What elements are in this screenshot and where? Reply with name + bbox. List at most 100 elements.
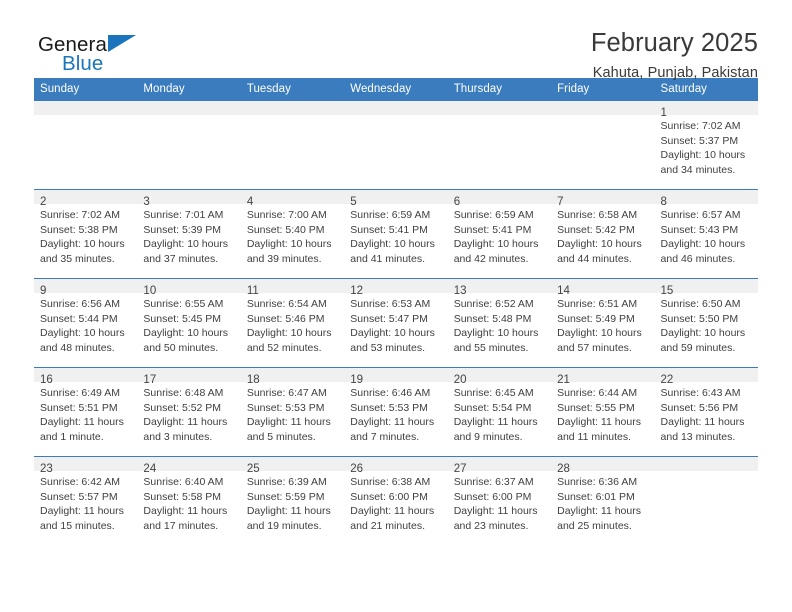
- sunrise-text: Sunrise: 6:37 AM: [453, 476, 534, 488]
- sunrise-text: Sunrise: 6:46 AM: [350, 387, 431, 399]
- sunset-text: Sunset: 5:50 PM: [660, 312, 739, 325]
- day-number: 9: [34, 279, 138, 297]
- day-details: Sunrise: 6:54 AM Sunset: 5:46 PM Daylight:…: [241, 293, 344, 355]
- daylight-text: Daylight: 11 hours and 17 minutes.: [143, 505, 228, 532]
- calendar-day-cell[interactable]: 1 Sunrise: 7:02 AM Sunset: 5:37 PM Daylight…: [654, 101, 758, 190]
- calendar-day-cell[interactable]: 23 Sunrise: 6:42 AM Sunset: 5:57 PM Dayligh…: [34, 456, 138, 545]
- day-details: Sunrise: 7:02 AM Sunset: 5:38 PM Daylight:…: [34, 204, 137, 266]
- daylight-text: Daylight: 11 hours and 23 minutes.: [453, 505, 538, 532]
- calendar-week-row: 2 Sunrise: 7:02 AM Sunset: 5:38 PM Daylight…: [34, 189, 758, 279]
- sunset-text: Sunset: 5:42 PM: [557, 223, 635, 236]
- sunrise-text: Sunrise: 6:40 AM: [143, 476, 224, 488]
- daylight-text: Daylight: 10 hours and 48 minutes.: [40, 327, 125, 354]
- day-details: Sunrise: 6:40 AM Sunset: 5:58 PM Daylight:…: [137, 471, 240, 533]
- weekday-header-tuesday: Tuesday: [240, 78, 345, 101]
- calendar-day-cell[interactable]: 13 Sunrise: 6:52 AM Sunset: 5:48 PM Dayligh…: [447, 278, 552, 368]
- calendar-week-row: 9 Sunrise: 6:56 AM Sunset: 5:44 PM Daylight…: [34, 278, 758, 368]
- day-details: Sunrise: 6:59 AM Sunset: 5:41 PM Daylight:…: [344, 204, 447, 266]
- daylight-text: Daylight: 11 hours and 7 minutes.: [350, 416, 435, 443]
- sunrise-text: Sunrise: 6:57 AM: [660, 209, 741, 221]
- daylight-text: Daylight: 10 hours and 39 minutes.: [246, 238, 332, 265]
- calendar-day-cell[interactable]: 18 Sunrise: 6:47 AM Sunset: 5:53 PM Dayligh…: [240, 367, 345, 457]
- calendar-day-cell[interactable]: 7 Sunrise: 6:58 AM Sunset: 5:42 PM Daylight…: [551, 189, 655, 279]
- calendar-day-cell[interactable]: 6 Sunrise: 6:59 AM Sunset: 5:41 PM Daylight…: [447, 189, 552, 279]
- calendar-day-cell[interactable]: 12 Sunrise: 6:53 AM Sunset: 5:47 PM Dayligh…: [344, 278, 448, 368]
- day-details: Sunrise: 6:43 AM Sunset: 5:56 PM Daylight:…: [655, 382, 758, 444]
- sunset-text: Sunset: 5:52 PM: [143, 401, 222, 414]
- calendar-day-cell[interactable]: 17 Sunrise: 6:48 AM Sunset: 5:52 PM Dayligh…: [137, 367, 241, 457]
- day-details: Sunrise: 6:39 AM Sunset: 5:59 PM Daylight:…: [241, 471, 344, 533]
- calendar-day-cell[interactable]: 2 Sunrise: 7:02 AM Sunset: 5:38 PM Daylight…: [34, 189, 138, 279]
- calendar-body: 1 Sunrise: 7:02 AM Sunset: 5:37 PM Daylight…: [34, 101, 758, 545]
- calendar-day-cell[interactable]: 20 Sunrise: 6:45 AM Sunset: 5:54 PM Dayligh…: [447, 367, 552, 457]
- sunset-text: Sunset: 5:51 PM: [40, 401, 118, 414]
- sunset-text: Sunset: 5:56 PM: [660, 401, 739, 414]
- calendar-day-cell[interactable]: 15 Sunrise: 6:50 AM Sunset: 5:50 PM Dayligh…: [654, 278, 758, 368]
- sunset-text: Sunset: 5:43 PM: [660, 223, 739, 236]
- day-details: Sunrise: 6:59 AM Sunset: 5:41 PM Daylight:…: [448, 204, 551, 266]
- day-number: 22: [654, 368, 758, 386]
- sunrise-text: Sunrise: 6:38 AM: [350, 476, 431, 488]
- daylight-text: Daylight: 11 hours and 9 minutes.: [453, 416, 538, 443]
- calendar-day-cell[interactable]: 19 Sunrise: 6:46 AM Sunset: 5:53 PM Dayligh…: [344, 367, 448, 457]
- sunset-text: Sunset: 5:41 PM: [453, 223, 532, 236]
- calendar-grid: Sunday Monday Tuesday Wednesday Thursday…: [34, 78, 758, 545]
- sunset-text: Sunset: 5:54 PM: [453, 401, 532, 414]
- calendar-day-cell[interactable]: 5 Sunrise: 6:59 AM Sunset: 5:41 PM Daylight…: [344, 189, 448, 279]
- day-number: 15: [654, 279, 758, 297]
- day-details: Sunrise: 6:55 AM Sunset: 5:45 PM Daylight:…: [137, 293, 240, 355]
- logo-text-blue: Blue: [62, 52, 104, 75]
- day-number: 5: [344, 190, 448, 208]
- calendar-day-cell[interactable]: 26 Sunrise: 6:38 AM Sunset: 6:00 PM Dayligh…: [344, 456, 448, 545]
- daylight-text: Daylight: 10 hours and 35 minutes.: [40, 238, 125, 265]
- day-number: [344, 101, 448, 115]
- daylight-text: Daylight: 10 hours and 50 minutes.: [143, 327, 229, 354]
- calendar-day-cell[interactable]: 28 Sunrise: 6:36 AM Sunset: 6:01 PM Dayligh…: [551, 456, 655, 545]
- calendar-day-cell[interactable]: 24 Sunrise: 6:40 AM Sunset: 5:58 PM Dayligh…: [137, 456, 241, 545]
- calendar-day-cell[interactable]: 9 Sunrise: 6:56 AM Sunset: 5:44 PM Daylight…: [34, 278, 138, 368]
- sunset-text: Sunset: 5:44 PM: [40, 312, 118, 325]
- weekday-header-sunday: Sunday: [34, 78, 138, 101]
- calendar-day-cell[interactable]: 22 Sunrise: 6:43 AM Sunset: 5:56 PM Dayligh…: [654, 367, 758, 457]
- sunset-text: Sunset: 5:53 PM: [246, 401, 325, 414]
- day-number: 6: [447, 190, 552, 208]
- calendar-day-cell-empty: [551, 101, 655, 190]
- day-number: 17: [137, 368, 241, 386]
- calendar-day-cell[interactable]: 14 Sunrise: 6:51 AM Sunset: 5:49 PM Dayligh…: [551, 278, 655, 368]
- day-number: 25: [240, 457, 345, 475]
- sunset-text: Sunset: 5:38 PM: [40, 223, 118, 236]
- daylight-text: Daylight: 10 hours and 37 minutes.: [143, 238, 229, 265]
- day-number: 7: [551, 190, 655, 208]
- sunrise-text: Sunrise: 6:48 AM: [143, 387, 224, 399]
- sunrise-text: Sunrise: 6:59 AM: [453, 209, 534, 221]
- day-details: Sunrise: 6:58 AM Sunset: 5:42 PM Daylight:…: [551, 204, 654, 266]
- calendar-week-row: 23 Sunrise: 6:42 AM Sunset: 5:57 PM Dayligh…: [34, 456, 758, 545]
- sunset-text: Sunset: 6:01 PM: [557, 490, 635, 503]
- calendar-day-cell[interactable]: 11 Sunrise: 6:54 AM Sunset: 5:46 PM Dayligh…: [240, 278, 345, 368]
- calendar-day-cell[interactable]: 27 Sunrise: 6:37 AM Sunset: 6:00 PM Dayligh…: [447, 456, 552, 545]
- weekday-header-wednesday: Wednesday: [344, 78, 448, 101]
- day-number: 13: [447, 279, 552, 297]
- calendar-day-cell[interactable]: 8 Sunrise: 6:57 AM Sunset: 5:43 PM Daylight…: [654, 189, 758, 279]
- day-details: Sunrise: 7:01 AM Sunset: 5:39 PM Daylight:…: [137, 204, 240, 266]
- calendar-day-cell[interactable]: 16 Sunrise: 6:49 AM Sunset: 5:51 PM Dayligh…: [34, 367, 138, 457]
- calendar-day-cell-empty: [654, 456, 758, 545]
- daylight-text: Daylight: 10 hours and 59 minutes.: [660, 327, 746, 354]
- sunrise-text: Sunrise: 6:42 AM: [40, 476, 120, 488]
- day-number: 18: [240, 368, 345, 386]
- sunrise-text: Sunrise: 6:55 AM: [143, 298, 224, 310]
- calendar-day-cell[interactable]: 21 Sunrise: 6:44 AM Sunset: 5:55 PM Dayligh…: [551, 367, 655, 457]
- sunset-text: Sunset: 5:39 PM: [143, 223, 222, 236]
- day-details: Sunrise: 6:49 AM Sunset: 5:51 PM Daylight:…: [34, 382, 137, 444]
- day-details: Sunrise: 6:44 AM Sunset: 5:55 PM Daylight:…: [551, 382, 654, 444]
- daylight-text: Daylight: 10 hours and 55 minutes.: [453, 327, 539, 354]
- calendar-day-cell[interactable]: 10 Sunrise: 6:55 AM Sunset: 5:45 PM Dayligh…: [137, 278, 241, 368]
- day-details: Sunrise: 6:42 AM Sunset: 5:57 PM Daylight:…: [34, 471, 137, 533]
- day-details: Sunrise: 6:57 AM Sunset: 5:43 PM Daylight:…: [655, 204, 758, 266]
- calendar-day-cell[interactable]: 4 Sunrise: 7:00 AM Sunset: 5:40 PM Daylight…: [240, 189, 345, 279]
- sunset-text: Sunset: 5:37 PM: [660, 134, 739, 147]
- calendar-day-cell[interactable]: 3 Sunrise: 7:01 AM Sunset: 5:39 PM Daylight…: [137, 189, 241, 279]
- day-number: [240, 101, 345, 115]
- day-details: Sunrise: 7:00 AM Sunset: 5:40 PM Daylight:…: [241, 204, 344, 266]
- calendar-day-cell[interactable]: 25 Sunrise: 6:39 AM Sunset: 5:59 PM Dayligh…: [240, 456, 345, 545]
